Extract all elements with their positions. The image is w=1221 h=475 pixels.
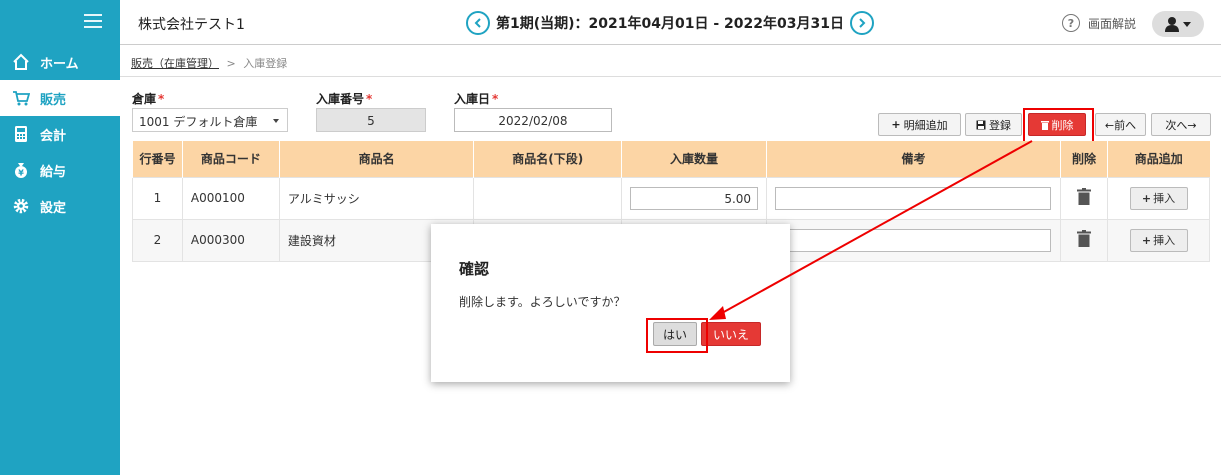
annotation-arrow	[709, 140, 1033, 320]
